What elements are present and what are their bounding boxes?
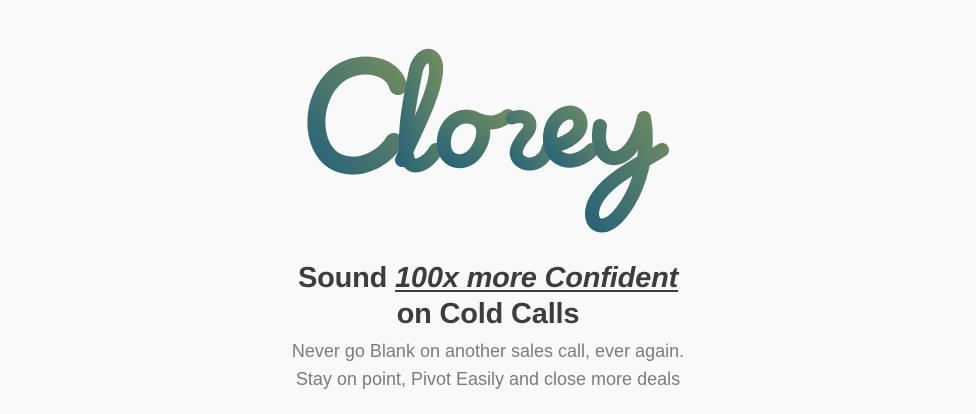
closey-logo-wordmark — [307, 49, 669, 233]
subtitle-line-2: Stay on point, Pivot Easily and close mo… — [295, 369, 681, 389]
landing-hero: Sound 100x more Confident on Cold Calls … — [0, 0, 976, 414]
subtitle-line-1: Never go Blank on another sales call, ev… — [291, 341, 685, 361]
headline-prefix: Sound — [297, 262, 388, 294]
headline-line-2: on Cold Calls — [396, 298, 580, 330]
headline-line-1: Sound 100x more Confident — [0, 262, 976, 295]
closey-logo — [0, 0, 976, 240]
headline-emphasis: 100x more Confident — [395, 262, 679, 294]
